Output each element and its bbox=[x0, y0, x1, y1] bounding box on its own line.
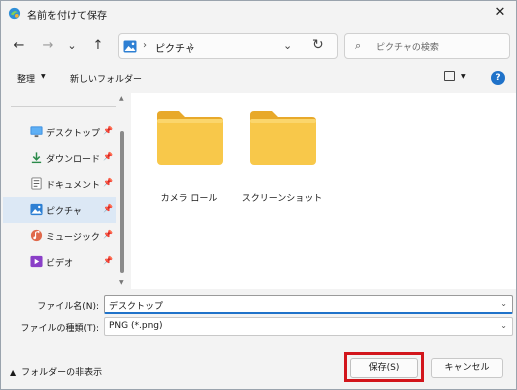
navigation-pane: デスクトップ 📌 ダウンロード 📌 ドキュメント 📌 ピクチャ 📌 ミュージック… bbox=[1, 93, 131, 289]
pin-icon[interactable]: 📌 bbox=[103, 204, 113, 213]
filetype-value[interactable]: PNG (*.png) bbox=[109, 321, 163, 331]
sidebar-item-label: ダウンロード bbox=[46, 155, 101, 165]
folder-icon bbox=[157, 111, 223, 165]
download-icon bbox=[31, 152, 42, 164]
chevron-down-icon[interactable]: ⌄ bbox=[500, 321, 507, 330]
view-dropdown-icon[interactable]: ▼ bbox=[461, 73, 466, 80]
recent-locations-button[interactable]: ⌄ bbox=[63, 37, 81, 55]
filetype-select[interactable]: PNG (*.png) ⌄ bbox=[104, 317, 513, 336]
hide-folders-label: フォルダーの非表示 bbox=[21, 368, 103, 378]
folder-label: スクリーンショット bbox=[241, 194, 323, 204]
save-button[interactable]: 保存(S) bbox=[350, 358, 418, 378]
sidebar-item-label: ドキュメント bbox=[46, 181, 101, 191]
pin-icon[interactable]: 📌 bbox=[103, 152, 113, 161]
folder-icon bbox=[250, 111, 316, 165]
folder-item[interactable]: スクリーンショット bbox=[240, 103, 324, 204]
music-icon bbox=[30, 229, 43, 242]
sidebar-item-documents[interactable]: ドキュメント 📌 bbox=[3, 171, 116, 197]
pin-icon[interactable]: 📌 bbox=[103, 230, 113, 239]
chevron-up-icon: ▲ bbox=[10, 368, 17, 377]
pin-icon[interactable]: 📌 bbox=[103, 256, 113, 265]
save-form: ファイル名(N): デスクトップ ⌄ ファイルの種類(T): PNG (*.pn… bbox=[1, 289, 516, 339]
app-icon bbox=[8, 7, 21, 20]
organize-dropdown-icon[interactable]: ▼ bbox=[41, 73, 46, 80]
filename-label: ファイル名(N): bbox=[37, 302, 99, 312]
sidebar-item-pictures[interactable]: ピクチャ 📌 bbox=[3, 197, 116, 223]
command-bar: 整理 ▼ 新しいフォルダー ▼ ? bbox=[1, 66, 516, 90]
filename-field[interactable]: デスクトップ ⌄ bbox=[104, 295, 513, 314]
chevron-down-icon[interactable]: ⌄ bbox=[500, 299, 507, 308]
breadcrumb-separator: › bbox=[143, 40, 147, 51]
new-folder-button[interactable]: 新しいフォルダー bbox=[70, 72, 142, 85]
refresh-button[interactable]: ↻ bbox=[312, 37, 324, 53]
address-dropdown-icon[interactable]: ⌄ bbox=[283, 39, 292, 52]
breadcrumb-separator[interactable]: › bbox=[189, 40, 193, 51]
sidebar-item-label: ピクチャ bbox=[46, 207, 82, 217]
filename-value[interactable]: デスクトップ bbox=[109, 299, 163, 312]
address-bar[interactable]: › ピクチャ › ⌄ bbox=[118, 33, 338, 59]
picture-icon bbox=[123, 40, 137, 53]
title-bar: 名前を付けて保存 ✕ bbox=[1, 1, 516, 27]
sidebar-item-downloads[interactable]: ダウンロード 📌 bbox=[3, 145, 116, 171]
search-input[interactable]: ⌕ ピクチャの検索 bbox=[344, 33, 510, 59]
sidebar-item-desktop[interactable]: デスクトップ 📌 bbox=[3, 119, 116, 145]
forward-button[interactable]: → bbox=[39, 37, 57, 55]
view-mode-icon[interactable] bbox=[444, 71, 455, 81]
help-button[interactable]: ? bbox=[491, 71, 505, 85]
folder-item[interactable]: カメラ ロール bbox=[147, 103, 231, 204]
scrollbar-thumb[interactable] bbox=[120, 131, 124, 273]
organize-button[interactable]: 整理 bbox=[17, 72, 35, 85]
filetype-label: ファイルの種類(T): bbox=[20, 324, 99, 334]
sidebar-item-label: ミュージック bbox=[46, 233, 100, 243]
up-button[interactable]: ↑ bbox=[89, 37, 107, 55]
dialog-footer: ▲ フォルダーの非表示 保存(S) キャンセル bbox=[1, 341, 516, 389]
pin-icon[interactable]: 📌 bbox=[103, 126, 113, 135]
back-button[interactable]: ← bbox=[10, 37, 28, 55]
sidebar-item-videos[interactable]: ビデオ 📌 bbox=[3, 249, 116, 275]
folder-label: カメラ ロール bbox=[160, 194, 218, 204]
document-icon bbox=[31, 177, 42, 190]
video-icon bbox=[30, 255, 43, 268]
search-icon: ⌕ bbox=[355, 39, 362, 52]
pin-icon[interactable]: 📌 bbox=[103, 178, 113, 187]
sidebar-item-label: デスクトップ bbox=[46, 129, 101, 139]
window-title: 名前を付けて保存 bbox=[27, 11, 107, 22]
scroll-up-icon[interactable]: ▲ bbox=[119, 95, 124, 102]
hide-folders-button[interactable]: ▲ フォルダーの非表示 bbox=[10, 365, 102, 378]
sidebar-item-label: ビデオ bbox=[46, 259, 74, 269]
file-list: カメラ ロール スクリーンショット bbox=[131, 93, 516, 289]
scroll-down-icon[interactable]: ▼ bbox=[119, 279, 124, 286]
close-button[interactable]: ✕ bbox=[492, 5, 508, 21]
cancel-button[interactable]: キャンセル bbox=[431, 358, 503, 378]
save-as-dialog: 名前を付けて保存 ✕ ← → ⌄ ↑ › ピクチャ › ⌄ ↻ ⌕ ピクチャの検… bbox=[0, 0, 517, 390]
picture-icon bbox=[30, 203, 43, 216]
sidebar-scrollbar[interactable]: ▲ ▼ bbox=[118, 93, 126, 289]
desktop-icon bbox=[30, 126, 43, 138]
sidebar-divider bbox=[11, 106, 116, 107]
search-placeholder: ピクチャの検索 bbox=[376, 43, 439, 53]
sidebar-item-music[interactable]: ミュージック 📌 bbox=[3, 223, 116, 249]
